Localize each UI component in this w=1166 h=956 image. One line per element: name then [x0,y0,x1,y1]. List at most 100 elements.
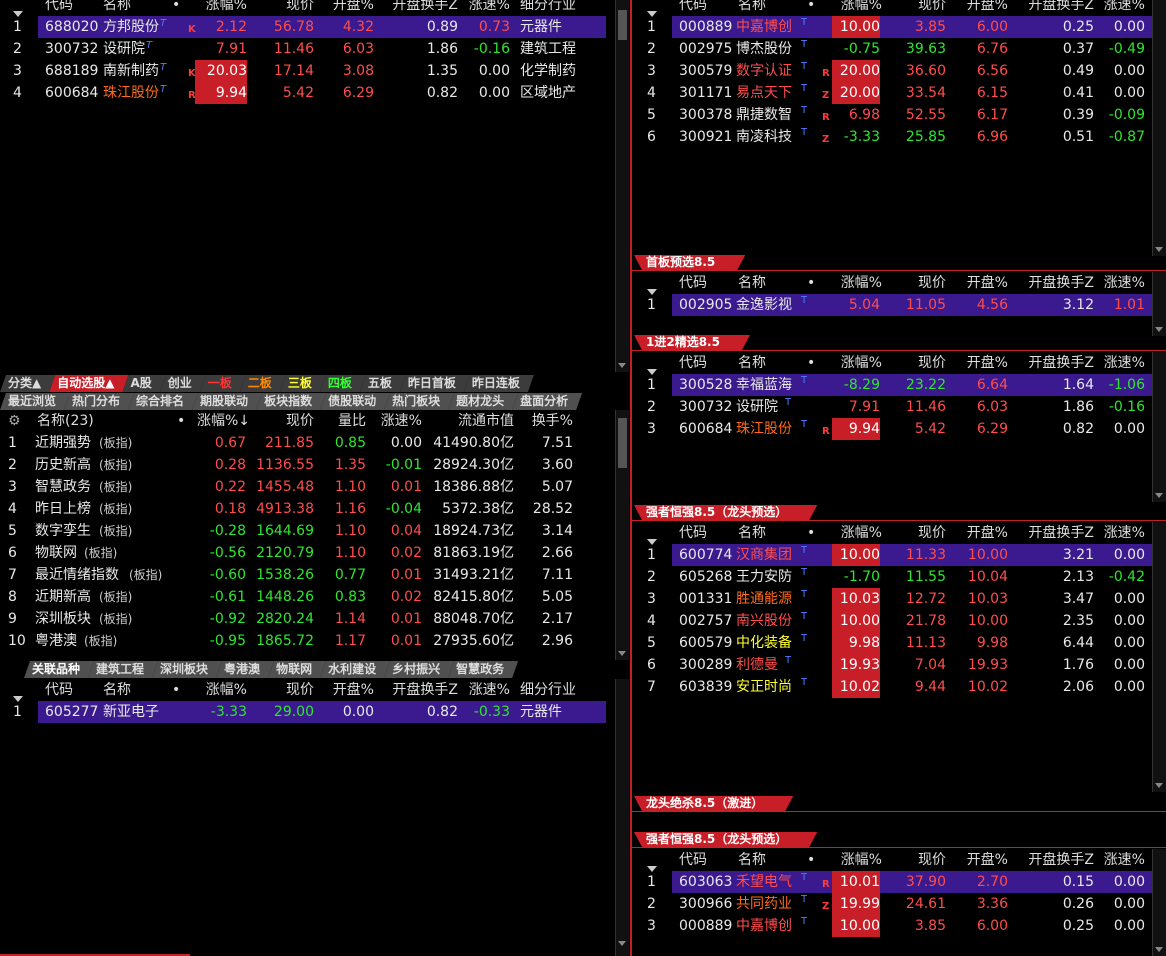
col-turnover[interactable]: 开盘换手Z [1014,352,1094,374]
col-speed[interactable]: 涨速% [1097,352,1145,374]
col-turnover[interactable]: 换手% [525,410,573,432]
table-row[interactable]: 4 002757 南兴股份 T 10.00 21.78 10.00 2.35 0.00 [632,610,1166,632]
col-turnover[interactable]: 开盘换手Z [1014,0,1094,16]
tab[interactable]: 盘面分析 [512,393,582,410]
col-code[interactable]: 代码 [679,272,729,294]
col-name[interactable]: 名称 [738,352,788,374]
col-open[interactable]: 开盘% [952,272,1008,294]
tab[interactable]: 建筑工程 [88,661,158,678]
table-row[interactable]: 3 300579 数字认证 T R 20.00 36.60 6.56 0.49 0.00 [632,60,1166,82]
strategy-title[interactable]: 首板预选8.5 [634,255,745,270]
col-price[interactable]: 现价 [262,410,314,432]
col-name[interactable]: 名称 [103,679,131,701]
tab[interactable]: A股 [122,375,165,392]
col-turnover[interactable]: 开盘换手Z [1014,272,1094,294]
table-row[interactable]: 1 000889 中嘉博创 T 10.00 3.85 6.00 0.25 0.00 [632,16,1166,38]
tab[interactable]: 物联网 [268,661,326,678]
col-open[interactable]: 开盘% [952,0,1008,16]
tab[interactable]: 热门分布 [64,393,134,410]
col-price[interactable]: 现价 [262,679,314,701]
col-speed[interactable]: 涨速% [462,0,510,16]
scrollbar[interactable] [1152,849,1166,956]
table-row[interactable]: 1 603063 禾望电气 T R 10.01 37.90 2.70 0.15 0.00 [632,871,1166,893]
col-price[interactable]: 现价 [894,272,946,294]
col-name[interactable]: 名称(23) [37,410,94,432]
table-row[interactable]: 7 603839 安正时尚 T 10.02 9.44 10.02 2.06 0.00 [632,676,1166,698]
tab[interactable]: 题材龙头 [448,393,518,410]
scrollbar[interactable] [615,410,629,660]
col-chg[interactable]: 涨幅% [827,352,882,374]
col-name[interactable]: 名称 [738,272,788,294]
tab[interactable]: 二板 [240,375,286,392]
col-name[interactable]: 名称 [738,849,788,871]
tab[interactable]: 创业 [160,375,206,392]
tab[interactable]: 期股联动 [192,393,262,410]
col-speed[interactable]: 涨速% [372,410,422,432]
col-code[interactable]: 代码 [45,0,73,16]
table-row[interactable]: 2 300966 共同药业 T Z 19.99 24.61 3.36 0.26 0.00 [632,893,1166,915]
sector-row[interactable]: 3 智慧政务 (板指) 0.22 1455.48 1.10 0.01 18386.88亿 5.0… [0,476,630,498]
table-row[interactable]: 2 605268 王力安防 T -1.70 11.55 10.04 2.13 -0.42 [632,566,1166,588]
col-turnover[interactable]: 开盘换手Z [382,679,458,701]
sector-row[interactable]: 9 深圳板块 (板指) -0.92 2820.24 1.14 0.01 88048.70亿 2.… [0,608,630,630]
scrollbar[interactable] [615,679,629,956]
col-chg[interactable]: 涨幅% [195,0,247,16]
table-row[interactable]: 4 600684 珠江股份T R 9.94 5.42 6.29 0.82 0.00 区域地产 [0,82,630,104]
table-row[interactable]: 3 000889 中嘉博创 T 10.00 3.85 6.00 0.25 0.00 [632,915,1166,937]
col-turnover[interactable]: 开盘换手Z [1014,849,1094,871]
col-code[interactable]: 代码 [45,679,73,701]
col-name[interactable]: 名称 [103,0,131,16]
tab[interactable]: 自动选股▲ [49,375,128,392]
tab[interactable]: 深圳板块 [152,661,222,678]
tab[interactable]: 综合排名 [128,393,198,410]
col-speed[interactable]: 涨速% [1097,272,1145,294]
strategy-title[interactable]: 强者恒强8.5（龙头预选） [634,505,817,520]
sector-row[interactable]: 6 物联网 (板指) -0.56 2120.79 1.10 0.02 81863.19亿 2.6… [0,542,630,564]
table-row[interactable]: 1 605277 新亚电子 -3.33 29.00 0.00 0.82 -0.33 元器件 [0,701,630,723]
table-row[interactable]: 5 300378 鼎捷数智 T R 6.98 52.55 6.17 0.39 -0.09 [632,104,1166,126]
scrollbar[interactable] [1152,272,1166,336]
table-row[interactable]: 6 300289 利德曼 T 19.93 7.04 19.93 1.76 0.00 [632,654,1166,676]
scrollbar[interactable] [1152,522,1166,792]
col-open[interactable]: 开盘% [322,0,374,16]
col-speed[interactable]: 涨速% [1097,522,1145,544]
tab[interactable]: 三板 [280,375,326,392]
scrollbar[interactable] [1152,0,1166,256]
table-row[interactable]: 1 002905 金逸影视 T 5.04 11.05 4.56 3.12 1.01 [632,294,1166,316]
tab[interactable]: 一板 [200,375,246,392]
tab[interactable]: 乡村振兴 [384,661,454,678]
col-industry[interactable]: 细分行业 [520,679,576,701]
table-row[interactable]: 2 002975 博杰股份 T -0.75 39.63 6.76 0.37 -0.49 [632,38,1166,60]
col-chg[interactable]: 涨幅% [827,272,882,294]
table-row[interactable]: 1 300528 幸福蓝海 T -8.29 23.22 6.64 1.64 -1.06 [632,374,1166,396]
col-price[interactable]: 现价 [894,352,946,374]
table-row[interactable]: 3 001331 胜通能源 T 10.03 12.72 10.03 3.47 0.00 [632,588,1166,610]
sector-row[interactable]: 5 数字孪生 (板指) -0.28 1644.69 1.10 0.04 18924.73亿 3.… [0,520,630,542]
col-turnover[interactable]: 开盘换手Z [382,0,458,16]
col-chg[interactable]: 涨幅% [827,849,882,871]
sector-row[interactable]: 7 最近情绪指数 (板指) -0.60 1538.26 0.77 0.01 31493.21亿… [0,564,630,586]
tab[interactable]: 四板 [320,375,366,392]
col-open[interactable]: 开盘% [952,352,1008,374]
sector-row[interactable]: 4 昨日上榜 (板指) 0.18 4913.38 1.16 -0.04 5372.38亿 28.… [0,498,630,520]
col-open[interactable]: 开盘% [322,679,374,701]
sector-row[interactable]: 10 粤港澳 (板指) -0.95 1865.72 1.17 0.01 27935.60亿 2.… [0,630,630,652]
col-code[interactable]: 代码 [679,849,729,871]
tab[interactable]: 最近浏览 [0,393,70,410]
tab[interactable]: 热门板块 [384,393,454,410]
scrollbar[interactable] [615,0,629,372]
col-price[interactable]: 现价 [894,522,946,544]
sector-row[interactable]: 2 历史新高 (板指) 0.28 1136.55 1.35 -0.01 28924.30亿 3.… [0,454,630,476]
col-price[interactable]: 现价 [894,849,946,871]
col-price[interactable]: 现价 [894,0,946,16]
settings-gear-icon[interactable]: ⚙ [8,410,21,432]
table-row[interactable]: 3 688189 南新制药T K 20.03 17.14 3.08 1.35 0.00 化学制药 [0,60,630,82]
strategy-title[interactable]: 龙头绝杀8.5（激进） [634,796,793,811]
table-row[interactable]: 5 600579 中化装备 T 9.98 11.13 9.98 6.44 0.00 [632,632,1166,654]
tab[interactable]: 智慧政务 [448,661,518,678]
col-name[interactable]: 名称 [738,522,788,544]
col-code[interactable]: 代码 [679,352,729,374]
table-row[interactable]: 1 688020 方邦股份T K 2.12 56.78 4.32 0.89 0.73 元器件 [0,16,630,38]
col-chg[interactable]: 涨幅% [827,522,882,544]
tab[interactable]: 粤港澳 [216,661,274,678]
